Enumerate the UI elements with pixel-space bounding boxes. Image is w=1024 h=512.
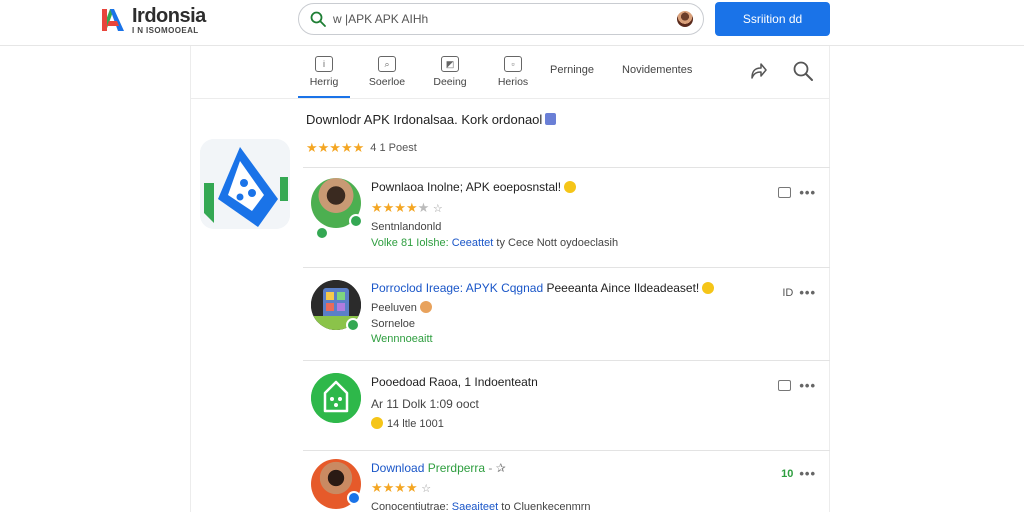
app-title-text: Downlodr APK Irdonalsaa. Kork ordonaol (306, 112, 543, 127)
page: Irdonsia I N ISOMOOEAL Ssriition dd i He… (0, 0, 1024, 512)
app-icon[interactable] (200, 139, 290, 229)
app-title: Downlodr APK Irdonalsaa. Kork ordonaol (306, 112, 557, 127)
tab-search-label: Soerloe (368, 76, 406, 88)
row-meta-link[interactable]: Ceeattet (452, 237, 494, 249)
tab-images-label: Deeing (433, 76, 467, 88)
tab-search[interactable]: ⌕ Soerloe (361, 52, 413, 98)
row-title-c: Peeeanta Aince Ildeadeaset! (546, 281, 700, 295)
row-title: Pownlaoa Inolne; APK eoeposnstal! (371, 180, 577, 194)
row-subtitle-text: Peeluven (371, 302, 417, 314)
row-actions: ••• (778, 379, 816, 392)
tab-home-label: Herrig (309, 76, 339, 88)
app-logo-icon (200, 139, 290, 229)
row-title-b[interactable]: APYK Cqgnad (466, 281, 543, 295)
nav-link-novidementes[interactable]: Novidementes (622, 64, 692, 76)
nav-divider (190, 98, 830, 99)
tab-home[interactable]: i Herrig (298, 52, 350, 98)
row-subtitle: Ar 11 Dolk 1:09 ooct (371, 397, 479, 411)
wink-emoji-icon (702, 282, 715, 294)
row-meta: 14 ltle 1001 (371, 417, 444, 430)
row-subtitle: Peeluven (371, 301, 432, 314)
more-options-icon[interactable]: ••• (799, 379, 816, 392)
row-meta-a: Conocentiutrae: (371, 501, 449, 512)
row-meta-c: to Cluenkecenmrn (501, 501, 591, 512)
logo-mark-icon (102, 9, 124, 31)
row-title-a[interactable]: Porroclod Ireage: (371, 281, 463, 295)
more-options-icon[interactable]: ••• (799, 467, 816, 480)
search-input[interactable] (333, 12, 663, 26)
comment-count: ID (782, 286, 794, 299)
share-icon[interactable] (748, 60, 768, 82)
verified-icon (315, 226, 329, 240)
row-meta-text: 14 ltle 1001 (387, 418, 444, 430)
star-rating-icon: ★★★★★ ☆ (371, 200, 443, 215)
row-title: Download Prerdperra - ✰ (371, 461, 506, 475)
tab-grid[interactable]: ▫ Herios (487, 52, 539, 98)
search-bar[interactable] (298, 3, 704, 35)
star-rating-icon: ★★★★ ☆ (371, 480, 432, 495)
top-header: Irdonsia I N ISOMOOEAL Ssriition dd (0, 0, 1024, 46)
smile-emoji-icon (564, 181, 577, 193)
verified-icon (347, 491, 361, 505)
list-item[interactable]: Pownlaoa Inolne; APK eoeposnstal! ★★★★★ … (303, 167, 830, 267)
row-title-a[interactable]: Download (371, 461, 424, 475)
face-emoji-icon (371, 417, 383, 429)
comment-icon[interactable] (778, 187, 792, 198)
row-title: Pooedoad Raoa, 1 Indoenteatn (371, 375, 538, 389)
row-subtitle: Sentnlandonld (371, 221, 442, 233)
avatar (311, 373, 361, 423)
section-nav: i Herrig ⌕ Soerloe ◩ Deeing ▫ Herios Per… (298, 52, 720, 98)
face-emoji-icon (419, 301, 432, 313)
grid-icon: ▫ (504, 56, 522, 72)
search-icon (310, 11, 326, 27)
review-count: 4 1 Poest (370, 142, 417, 154)
tab-grid-label: Herios (497, 76, 529, 88)
list-item[interactable]: Pooedoad Raoa, 1 Indoenteatn Ar 11 Dolk … (303, 360, 830, 450)
verified-icon (346, 318, 360, 332)
user-avatar-icon[interactable] (677, 11, 693, 27)
logo-title: Irdonsia (132, 5, 206, 27)
app-logo-icon (311, 373, 361, 423)
row-actions: 10 ••• (781, 467, 816, 480)
image-icon: ◩ (441, 56, 459, 72)
app-badge-icon (545, 113, 557, 125)
row-title-b[interactable]: Prerdperra (428, 461, 485, 475)
nav-link-perninge[interactable]: Perninge (550, 64, 594, 76)
row-actions: ••• (778, 186, 816, 199)
comment-icon[interactable] (778, 380, 792, 391)
row-title: Porroclod Ireage: APYK Cqgnad Peeeanta A… (371, 281, 715, 295)
row-meta: Sorneloe (371, 318, 416, 330)
star-rating-icon: ★★★★★ (306, 140, 365, 155)
row-title-c: - ✰ (488, 461, 506, 475)
verified-icon (349, 214, 363, 228)
row-meta-link[interactable]: Saeaiteet (452, 501, 498, 512)
search-tab-icon: ⌕ (378, 56, 396, 72)
subscribe-button[interactable]: Ssriition dd (715, 2, 830, 36)
more-options-icon[interactable]: ••• (799, 286, 816, 299)
row-meta-c: ty Cece Nott oydoeclasih (496, 237, 619, 249)
row-meta: Conocentiutrae: Saeaiteet to Cluenkecenm… (371, 501, 591, 512)
logo-subtitle: I N ISOMOOEAL (132, 26, 199, 35)
app-rating: ★★★★★ 4 1 Poest (306, 140, 417, 156)
list-item[interactable]: Download Prerdperra - ✰ ★★★★ ☆ Conocenti… (303, 450, 830, 512)
list-item[interactable]: Porroclod Ireage: APYK Cqgnad Peeeanta A… (303, 267, 830, 360)
nav-search-icon[interactable] (792, 60, 814, 82)
comment-count: 10 (781, 467, 794, 480)
row-meta-a: Volke 81 Iolshe: (371, 237, 449, 249)
row-title-text: Pownlaoa Inolne; APK eoeposnstal! (371, 180, 562, 194)
row-meta: Volke 81 Iolshe: Ceeattet ty Cece Nott o… (371, 237, 618, 249)
tab-images[interactable]: ◩ Deeing (424, 52, 476, 98)
home-icon: i (315, 56, 333, 72)
row-status: Wennnoeaitt (371, 333, 433, 345)
site-logo[interactable]: Irdonsia I N ISOMOOEAL (100, 6, 206, 35)
row-actions: ID ••• (782, 286, 816, 299)
more-options-icon[interactable]: ••• (799, 186, 816, 199)
